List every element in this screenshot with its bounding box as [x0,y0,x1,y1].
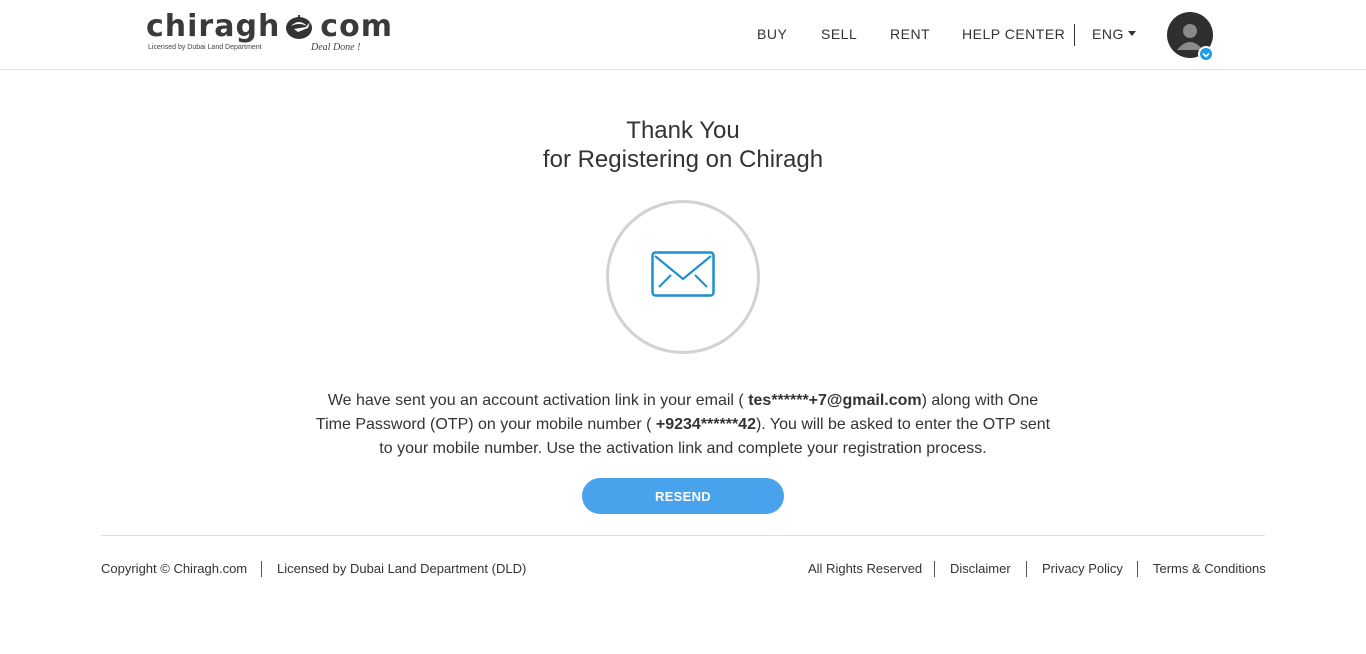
logo-domain: com [320,9,393,44]
language-label: ENG [1092,26,1124,42]
lamp-icon [286,14,313,39]
activation-message: We have sent you an account activation l… [313,389,1053,461]
logo-tagline: Deal Done ! [311,42,361,53]
language-selector[interactable]: ENG [1092,26,1136,42]
nav-rent[interactable]: RENT [890,26,930,42]
footer-licensed: Licensed by Dubai Land Department (DLD) [277,561,527,576]
logo-wordmark: chiragh com [146,10,393,44]
logo-name: chiragh [146,9,281,44]
site-header: chiragh com Licensed by Dubai Land Depar… [0,0,1366,70]
page-title: Thank You for Registering on Chiragh [0,116,1366,174]
chiragh-logo[interactable]: chiragh com Licensed by Dubai Land Depar… [146,10,392,56]
caret-down-icon [1127,31,1136,37]
masked-phone: +9234******42 [655,416,756,433]
title-line-2: for Registering on Chiragh [542,146,824,173]
title-line-1: Thank You [626,117,740,144]
envelope-icon [651,251,715,297]
footer-rights: All Rights Reserved [808,561,923,576]
account-menu-chevron[interactable] [1198,46,1214,62]
footer-separator [1026,561,1027,577]
footer-separator [1137,561,1138,577]
nav-divider [1074,24,1075,46]
chevron-down-icon [1202,52,1210,58]
resend-button[interactable]: RESEND [582,478,784,514]
nav-buy[interactable]: BUY [757,26,787,42]
nav-sell[interactable]: SELL [821,26,857,42]
footer-link-disclaimer[interactable]: Disclaimer [950,561,1011,577]
footer-divider [101,535,1265,536]
logo-licensed-text: Licensed by Dubai Land Department [148,44,262,51]
message-text: We have sent you an account activation l… [327,392,749,409]
nav-help-center[interactable]: HELP CENTER [962,26,1065,42]
footer-separator [261,561,262,577]
footer-copyright: Copyright © Chiragh.com [101,561,248,576]
footer-link-privacy-policy[interactable]: Privacy Policy [1042,561,1123,577]
footer-separator [934,561,935,577]
masked-email: tes******+7@gmail.com [748,392,922,409]
footer-link-terms[interactable]: Terms & Conditions [1153,561,1266,577]
